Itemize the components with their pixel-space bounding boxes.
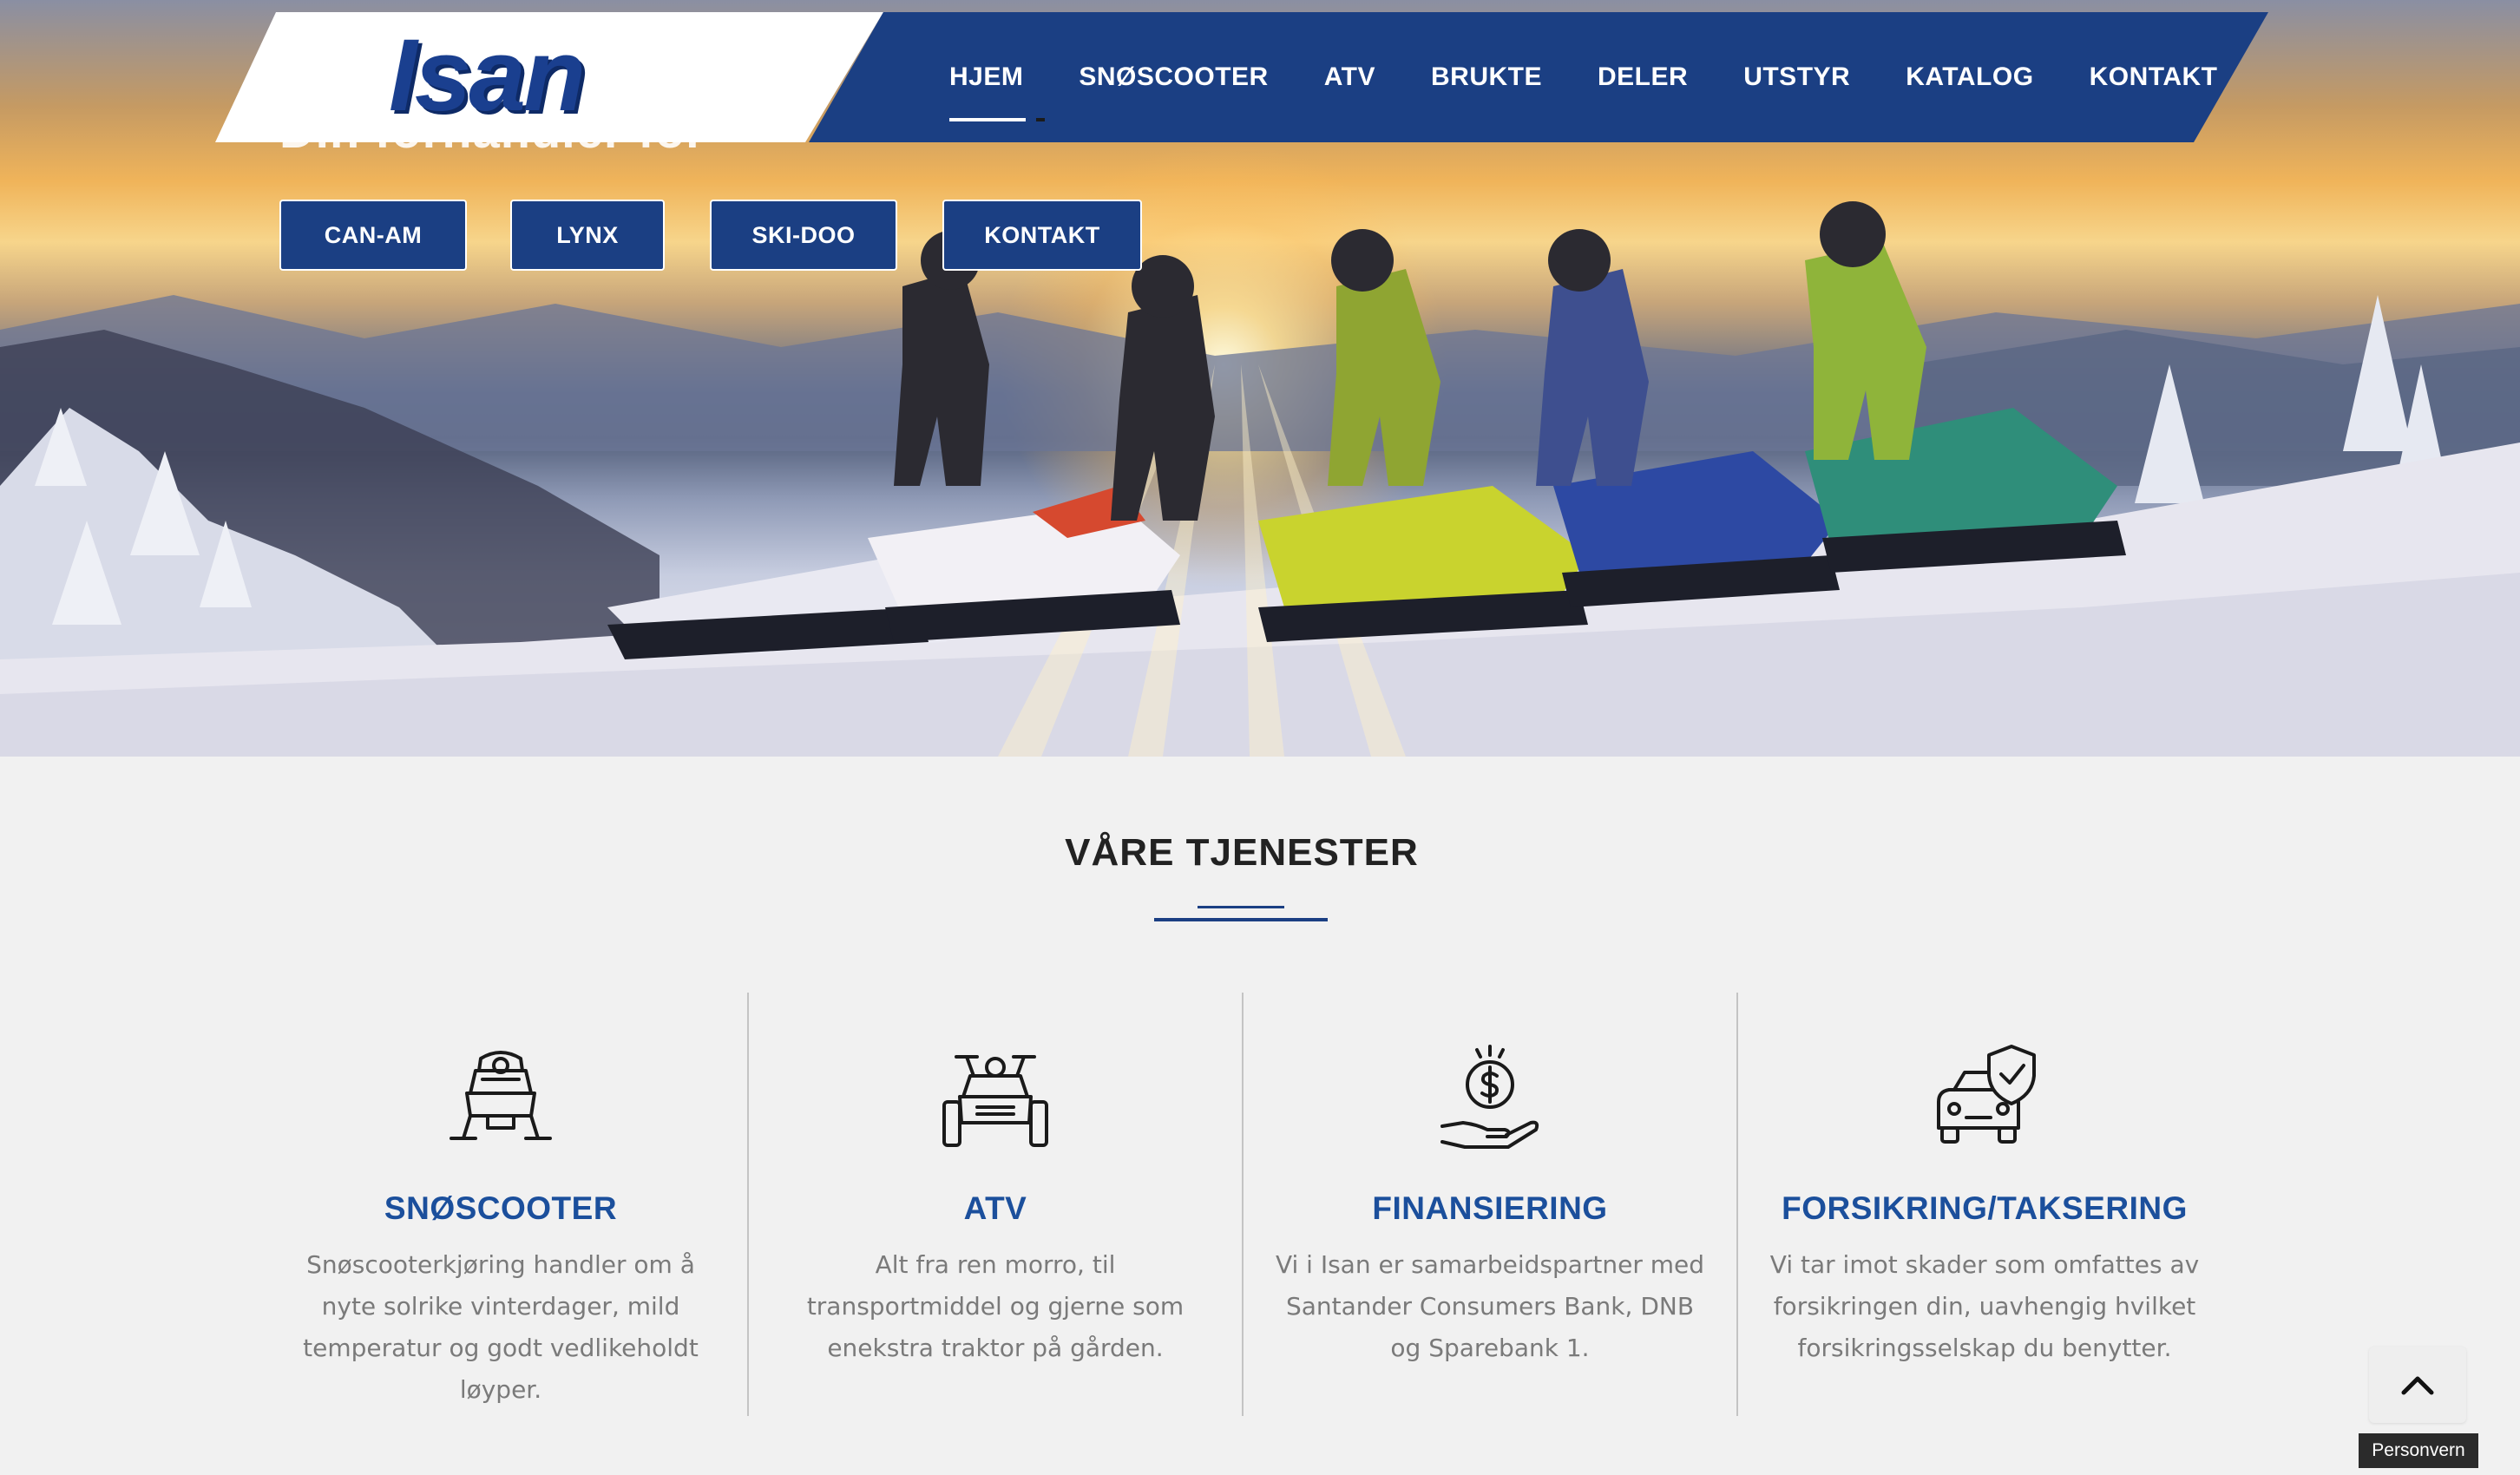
title-underline-top (1198, 906, 1284, 908)
hero-brand-buttons: CAN-AM LYNX SKI-DOO KONTAKT (279, 200, 1142, 271)
service-text: Snøscooterkjøring handler om å nyte solr… (303, 1250, 699, 1404)
service-text: Vi i Isan er samarbeidspartner med Santa… (1275, 1250, 1705, 1362)
nav-item-katalog[interactable]: KATALOG (1906, 62, 2033, 92)
lynx-button[interactable]: LYNX (510, 200, 665, 271)
nav-item-brukte[interactable]: BRUKTE (1431, 62, 1542, 92)
service-snoscooter[interactable]: SNØSCOOTER Snøscooterkjøring handler om … (253, 989, 748, 1414)
nav-item-kontakt[interactable]: KONTAKT (2090, 62, 2218, 92)
service-text: Vi tar imot skader som omfattes av forsi… (1769, 1250, 2200, 1362)
scroll-to-top-button[interactable] (2369, 1347, 2466, 1423)
money-hand-icon (1440, 1045, 1539, 1149)
service-forsikring[interactable]: FORSIKRING/TAKSERING Vi tar imot skader … (1737, 989, 2232, 1414)
title-underline (1154, 918, 1328, 921)
nav-item-utstyr[interactable]: UTSTYR (1743, 62, 1850, 92)
snowmobile-icon (450, 1051, 552, 1140)
isan-logo[interactable]: Isan (389, 24, 586, 127)
service-finansiering[interactable]: FINANSIERING Vi i Isan er samarbeidspart… (1243, 989, 1737, 1414)
nav-item-snoscooter[interactable]: SNØSCOOTER (1079, 62, 1268, 92)
car-shield-icon (1937, 1045, 2036, 1144)
service-atv[interactable]: ATV Alt fra ren morro, til transportmidd… (748, 989, 1243, 1414)
main-nav: HJEM SNØSCOOTER ATV BRUKTE DELER UTSTYR … (949, 12, 2217, 142)
can-am-button[interactable]: CAN-AM (279, 200, 467, 271)
kontakt-button[interactable]: KONTAKT (942, 200, 1142, 271)
services-title: VÅRE TJENESTER (1065, 831, 1419, 874)
service-title: SNØSCOOTER (384, 1190, 618, 1226)
nav-item-atv[interactable]: ATV (1324, 62, 1375, 92)
nav-item-hjem[interactable]: HJEM (949, 62, 1046, 121)
atv-icon (942, 1055, 1048, 1147)
ski-doo-button[interactable]: SKI-DOO (710, 200, 897, 271)
service-title: FINANSIERING (1372, 1190, 1608, 1226)
privacy-button[interactable]: Personvern (2359, 1433, 2478, 1468)
service-title: ATV (963, 1190, 1027, 1226)
nav-item-deler[interactable]: DELER (1598, 62, 1688, 92)
chevron-up-icon (2401, 1376, 2434, 1395)
service-text: Alt fra ren morro, til transportmiddel o… (806, 1250, 1185, 1362)
service-title: FORSIKRING/TAKSERING (1782, 1190, 2188, 1226)
